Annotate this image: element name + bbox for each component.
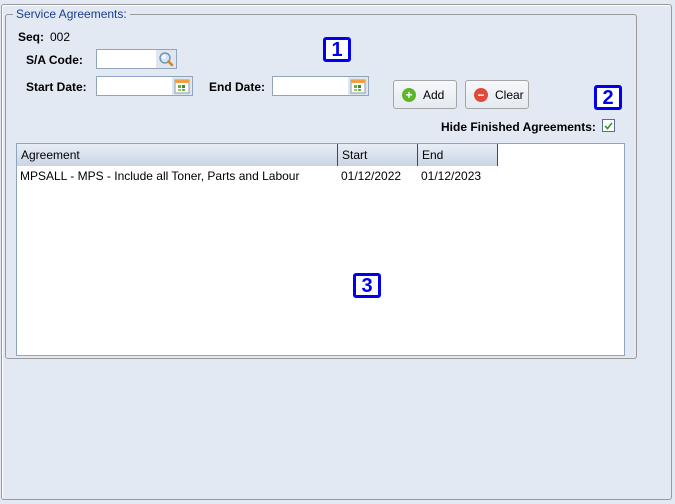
- add-button[interactable]: + Add: [393, 80, 457, 109]
- cell-start: 01/12/2022: [341, 169, 402, 183]
- column-header-agreement[interactable]: Agreement: [17, 144, 338, 166]
- checkmark-icon: [604, 121, 613, 130]
- add-button-label: Add: [423, 87, 445, 102]
- end-date-label: End Date:: [209, 80, 266, 94]
- sa-code-input[interactable]: [96, 49, 177, 69]
- hide-finished-label: Hide Finished Agreements:: [441, 120, 596, 134]
- end-date-input[interactable]: [272, 76, 369, 96]
- start-date-label: Start Date:: [26, 80, 87, 94]
- table-row[interactable]: MPSALL - MPS - Include all Toner, Parts …: [17, 167, 498, 185]
- calendar-icon[interactable]: [172, 77, 192, 95]
- plus-icon: +: [402, 87, 416, 102]
- clear-button-label: Clear: [495, 87, 524, 102]
- seq-label: Seq:: [18, 30, 45, 44]
- agreements-table: Agreement Start End MPSALL - MPS - Inclu…: [16, 143, 625, 356]
- annotation-badge-3: 3: [353, 273, 381, 298]
- clear-button[interactable]: − Clear: [465, 80, 529, 109]
- column-header-end[interactable]: End: [418, 144, 498, 166]
- cell-end: 01/12/2023: [421, 169, 482, 183]
- table-header: Agreement Start End: [17, 144, 498, 166]
- seq-value: 002: [50, 30, 71, 44]
- minus-icon: −: [474, 87, 488, 102]
- annotation-badge-1: 1: [323, 37, 351, 62]
- calendar-icon[interactable]: [348, 77, 368, 95]
- cell-agreement: MPSALL - MPS - Include all Toner, Parts …: [20, 169, 300, 183]
- annotation-badge-2: 2: [594, 85, 622, 110]
- group-legend: Service Agreements:: [13, 7, 130, 21]
- hide-finished-checkbox[interactable]: [602, 119, 615, 132]
- sa-code-label: S/A Code:: [26, 53, 83, 67]
- start-date-input[interactable]: [96, 76, 193, 96]
- column-header-start[interactable]: Start: [338, 144, 418, 166]
- magnifier-icon[interactable]: [156, 50, 176, 68]
